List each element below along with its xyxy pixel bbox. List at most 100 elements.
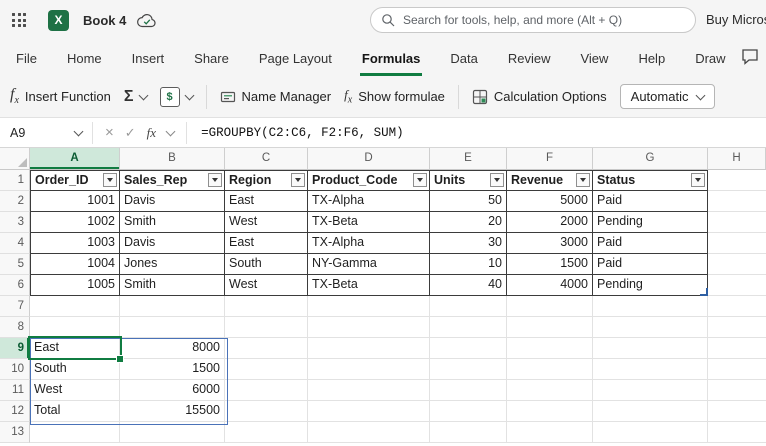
cell-f4[interactable]: 3000 (507, 233, 593, 254)
cell[interactable] (708, 317, 766, 338)
cell-b5[interactable]: Jones (120, 254, 225, 275)
cell-b4[interactable]: Davis (120, 233, 225, 254)
cancel-button[interactable]: × (105, 125, 114, 140)
cell[interactable] (708, 401, 766, 422)
cell-h5[interactable] (708, 254, 766, 275)
cell[interactable] (308, 359, 430, 380)
cell-d6[interactable]: TX-Beta (308, 275, 430, 296)
cell-f5[interactable]: 1500 (507, 254, 593, 275)
cell-g2[interactable]: Paid (593, 191, 708, 212)
cell-e3[interactable]: 20 (430, 212, 507, 233)
cell-d1[interactable]: Product_Code (308, 170, 430, 191)
column-header-c[interactable]: C (225, 148, 308, 170)
cell[interactable] (593, 401, 708, 422)
financial-functions-button[interactable]: $ (159, 86, 194, 107)
cell[interactable] (593, 338, 708, 359)
cell-g1[interactable]: Status (593, 170, 708, 191)
cell-a9-active[interactable]: East (30, 338, 120, 359)
row-header-9[interactable]: 9 (0, 338, 30, 359)
row-header-4[interactable]: 4 (0, 233, 30, 254)
tab-home[interactable]: Home (65, 40, 104, 76)
filter-button[interactable] (576, 173, 590, 187)
tab-insert[interactable]: Insert (130, 40, 167, 76)
cell-f6[interactable]: 4000 (507, 275, 593, 296)
cell-f1[interactable]: Revenue (507, 170, 593, 191)
cell-a3[interactable]: 1002 (30, 212, 120, 233)
cell-f3[interactable]: 2000 (507, 212, 593, 233)
cell-g4[interactable]: Paid (593, 233, 708, 254)
cell[interactable] (593, 422, 708, 443)
cell-b9[interactable]: 8000 (120, 338, 225, 359)
column-header-b[interactable]: B (120, 148, 225, 170)
app-launcher-icon[interactable] (12, 13, 26, 27)
row-header-6[interactable]: 6 (0, 275, 30, 296)
cell[interactable] (507, 317, 593, 338)
cell-d2[interactable]: TX-Alpha (308, 191, 430, 212)
cell-a12[interactable]: Total (30, 401, 120, 422)
cell-b2[interactable]: Davis (120, 191, 225, 212)
cell-a1[interactable]: Order_ID (30, 170, 120, 191)
cell[interactable] (30, 317, 120, 338)
cell[interactable] (430, 422, 507, 443)
row-header-2[interactable]: 2 (0, 191, 30, 212)
cell-b6[interactable]: Smith (120, 275, 225, 296)
tab-data[interactable]: Data (448, 40, 479, 76)
cell-e4[interactable]: 30 (430, 233, 507, 254)
insert-function-button[interactable]: fx Insert Function (10, 86, 111, 106)
tab-review[interactable]: Review (506, 40, 553, 76)
cell-a5[interactable]: 1004 (30, 254, 120, 275)
autosum-button[interactable]: Σ (124, 88, 148, 106)
cell-h6[interactable] (708, 275, 766, 296)
column-header-g[interactable]: G (593, 148, 708, 170)
enter-button[interactable]: ✓ (125, 126, 136, 139)
calculation-options-button[interactable]: Calculation Options (472, 89, 607, 105)
cell[interactable] (507, 296, 593, 317)
cell[interactable] (708, 338, 766, 359)
cell-h1[interactable] (708, 170, 766, 191)
cell[interactable] (225, 338, 308, 359)
cell[interactable] (708, 380, 766, 401)
cell-c3[interactable]: West (225, 212, 308, 233)
cell[interactable] (225, 401, 308, 422)
row-header-11[interactable]: 11 (0, 380, 30, 401)
row-header-5[interactable]: 5 (0, 254, 30, 275)
cell-h3[interactable] (708, 212, 766, 233)
row-header-1[interactable]: 1 (0, 170, 30, 191)
column-header-a[interactable]: A (30, 148, 120, 170)
tab-help[interactable]: Help (636, 40, 667, 76)
cell-c1[interactable]: Region (225, 170, 308, 191)
cell[interactable] (30, 296, 120, 317)
cell[interactable] (225, 317, 308, 338)
search-box[interactable] (370, 7, 696, 33)
name-box[interactable]: A9 (0, 126, 92, 140)
tab-file[interactable]: File (14, 40, 39, 76)
cell-e5[interactable]: 10 (430, 254, 507, 275)
cell-a10[interactable]: South (30, 359, 120, 380)
cell[interactable] (308, 380, 430, 401)
cell[interactable] (593, 359, 708, 380)
cell[interactable] (308, 296, 430, 317)
search-input[interactable] (401, 12, 685, 28)
filter-button[interactable] (490, 173, 504, 187)
filter-button[interactable] (691, 173, 705, 187)
tab-draw[interactable]: Draw (693, 40, 727, 76)
workbook-title[interactable]: Book 4 (83, 13, 126, 28)
filter-button[interactable] (208, 173, 222, 187)
cell[interactable] (308, 401, 430, 422)
cell-d5[interactable]: NY-Gamma (308, 254, 430, 275)
cell[interactable] (708, 422, 766, 443)
row-header-12[interactable]: 12 (0, 401, 30, 422)
row-header-7[interactable]: 7 (0, 296, 30, 317)
name-manager-button[interactable]: Name Manager (220, 89, 331, 105)
cell-c6[interactable]: West (225, 275, 308, 296)
row-header-13[interactable]: 13 (0, 422, 30, 443)
cell[interactable] (308, 422, 430, 443)
filter-button[interactable] (413, 173, 427, 187)
cell-e1[interactable]: Units (430, 170, 507, 191)
formula-input[interactable]: =GROUPBY(C2:C6, F2:F6, SUM) (201, 126, 404, 140)
tab-share[interactable]: Share (192, 40, 231, 76)
cell[interactable] (120, 296, 225, 317)
cell[interactable] (507, 401, 593, 422)
select-all-button[interactable] (0, 148, 30, 170)
column-header-d[interactable]: D (308, 148, 430, 170)
